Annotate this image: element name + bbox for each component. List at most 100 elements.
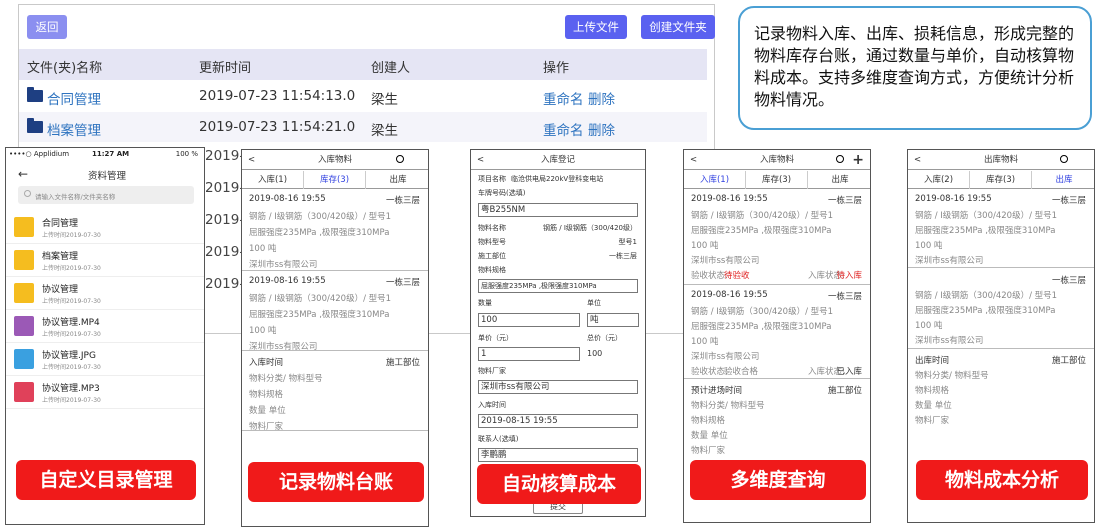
maker-input[interactable]: 深圳市ss有限公司 xyxy=(478,380,638,394)
back-icon[interactable]: < xyxy=(477,150,484,170)
list-item[interactable]: 协议管理.MP4 上传时间2019-07-30 xyxy=(6,310,204,343)
material-model-label: 物料型号 xyxy=(478,238,506,246)
record-vendor: 深圳市ss有限公司 xyxy=(915,256,984,266)
price-label: 单价（元） xyxy=(478,334,513,342)
field-time: 入库时间 xyxy=(249,358,284,368)
video-file-icon xyxy=(14,316,34,336)
field-location: 施工部位 xyxy=(385,358,420,368)
contact-input[interactable]: 李鹏鹏 xyxy=(478,448,638,462)
field-time: 出库时间 xyxy=(915,356,950,366)
folder-icon xyxy=(14,250,34,270)
inbound-status-value: 已入库 xyxy=(836,367,862,377)
upload-time: 上传时间2019-07-30 xyxy=(42,298,101,305)
check-status-label: 验收状态: xyxy=(691,367,728,377)
record-spec: 屈服强度235MPa ,极限强度310MPa xyxy=(915,306,1056,316)
carrier: ••••○ Applidium xyxy=(9,150,70,158)
tab-stock[interactable]: 库存(3) xyxy=(746,171,808,189)
list-item[interactable]: 协议管理.JPG 上传时间2019-07-30 xyxy=(6,343,204,376)
field-material: 物料分类/ 物料型号 xyxy=(691,401,765,411)
back-icon[interactable]: < xyxy=(690,150,697,170)
total-label: 总价（元） xyxy=(587,334,622,342)
file-name: 协议管理.MP4 xyxy=(42,318,100,328)
tab-outbound[interactable]: 出库 xyxy=(808,171,870,189)
field-vendor: 物料厂家 xyxy=(691,446,726,456)
image-file-icon xyxy=(14,349,34,369)
contact-label: 联系人(选填) xyxy=(478,435,519,443)
add-icon[interactable]: + xyxy=(852,150,864,170)
creator: 梁生 xyxy=(371,92,398,108)
file-name: 协议管理.MP3 xyxy=(42,384,100,394)
inbound-status-value: 待入库 xyxy=(836,271,862,281)
upload-time: 上传时间2019-07-30 xyxy=(42,331,101,338)
search-input[interactable]: 请输入文件名称/文件夹名称 xyxy=(18,186,194,204)
upload-file-button[interactable]: 上传文件 xyxy=(565,15,627,39)
rename-link[interactable]: 重命名 xyxy=(543,88,584,108)
material-model-value[interactable]: 型号1 xyxy=(619,237,637,247)
rename-link[interactable]: 重命名 xyxy=(543,119,584,139)
site-value[interactable]: 一栋三层 xyxy=(609,251,637,261)
tab-inbound[interactable]: 入库(1) xyxy=(242,171,304,189)
spec-input[interactable]: 屈服强度235MPa ,极限强度310MPa xyxy=(478,279,638,293)
search-icon[interactable] xyxy=(396,155,404,163)
page-title: 入库物料 xyxy=(317,155,352,165)
price-input[interactable]: 1 xyxy=(478,347,580,361)
clock: 11:27 AM xyxy=(92,150,130,158)
time-select[interactable]: 2019-08-15 19:55 xyxy=(478,414,638,428)
field-time: 预计进场时间 xyxy=(691,386,743,396)
tab-inbound[interactable]: 入库(1) xyxy=(684,171,746,189)
delete-link[interactable]: 删除 xyxy=(588,119,615,139)
tab-stock[interactable]: 库存(3) xyxy=(970,171,1032,189)
page-title: 入库登记 xyxy=(540,155,575,165)
file-name: 协议管理 xyxy=(42,285,79,295)
folder-icon xyxy=(14,283,34,303)
create-folder-button[interactable]: 创建文件夹 xyxy=(641,15,715,39)
file-name: 档案管理 xyxy=(42,252,79,262)
record-qty: 100 吨 xyxy=(691,337,719,347)
tab-inbound[interactable]: 入库(2) xyxy=(908,171,970,189)
folder-icon xyxy=(27,118,43,133)
delete-link[interactable]: 删除 xyxy=(588,88,615,108)
tab-outbound[interactable]: 出库 xyxy=(1032,171,1094,189)
app-header: < 入库物料 xyxy=(242,150,428,170)
unit-select[interactable]: 吨 xyxy=(587,313,639,327)
field-spec: 物料规格 xyxy=(249,390,284,400)
project-value: 临沧供电局220kV登科变电站 xyxy=(511,175,604,183)
back-arrow-icon[interactable]: ← xyxy=(18,167,28,181)
check-status-label: 验收状态: xyxy=(691,271,728,281)
list-item[interactable]: 档案管理 上传时间2019-07-30 xyxy=(6,244,204,277)
list-item[interactable]: 协议管理上传时间2019-07-30 xyxy=(6,277,204,310)
update-time: 2019-07-23 11:54:13.0 xyxy=(199,88,356,104)
info-callout: 记录物料入库、出库、损耗信息，形成完整的物料库存台账，通过数量与单价，自动核算物… xyxy=(738,6,1092,130)
record-location: 一栋三层 xyxy=(827,196,862,206)
update-time: 2019-07-23 11:54:21.0 xyxy=(199,119,356,135)
qty-input[interactable]: 100 xyxy=(478,313,580,327)
search-icon[interactable] xyxy=(836,155,844,163)
folder-name-link[interactable]: 合同管理 xyxy=(47,88,101,108)
feature-badge: 物料成本分析 xyxy=(916,460,1088,500)
folder-name-link[interactable]: 档案管理 xyxy=(47,119,101,139)
feature-badge: 自动核算成本 xyxy=(477,464,641,504)
tab-bar: 入库(2) 库存(3) 出库 xyxy=(908,171,1094,189)
feature-badge: 自定义目录管理 xyxy=(16,460,196,500)
list-item[interactable]: 协议管理.MP3 上传时间2019-07-30 xyxy=(6,376,204,409)
record-material: 钢筋 / Ⅰ级钢筋（300/420级）/ 型号1 xyxy=(691,307,834,317)
check-status-value: 待验收 xyxy=(724,271,750,281)
file-name: 协议管理.JPG xyxy=(42,351,96,361)
material-name-value[interactable]: 钢筋 / Ⅰ级钢筋（300/420级） xyxy=(543,223,637,233)
field-qty: 数量 单位 xyxy=(249,406,286,416)
file-name: 合同管理 xyxy=(42,219,79,229)
upload-time: 上传时间2019-07-30 xyxy=(42,397,101,404)
back-icon[interactable]: < xyxy=(248,150,255,170)
back-icon[interactable]: < xyxy=(914,150,921,170)
tab-stock[interactable]: 库存(3) xyxy=(304,171,366,189)
phone-material-ledger: < 入库物料 入库(1) 库存(3) 出库 2019-08-16 19:55 一… xyxy=(241,149,429,527)
plate-input[interactable]: 粤B255NM xyxy=(478,203,638,217)
creator: 梁生 xyxy=(371,123,398,139)
audio-file-icon xyxy=(14,382,34,402)
list-item[interactable]: 合同管理 上传时间2019-07-30 xyxy=(6,211,204,244)
status-bar: ••••○ Applidium 11:27 AM 100 % xyxy=(6,148,204,160)
field-location: 施工部位 xyxy=(827,386,862,396)
search-icon[interactable] xyxy=(1060,155,1068,163)
tab-outbound[interactable]: 出库 xyxy=(366,171,428,189)
back-button[interactable]: 返回 xyxy=(27,15,67,39)
